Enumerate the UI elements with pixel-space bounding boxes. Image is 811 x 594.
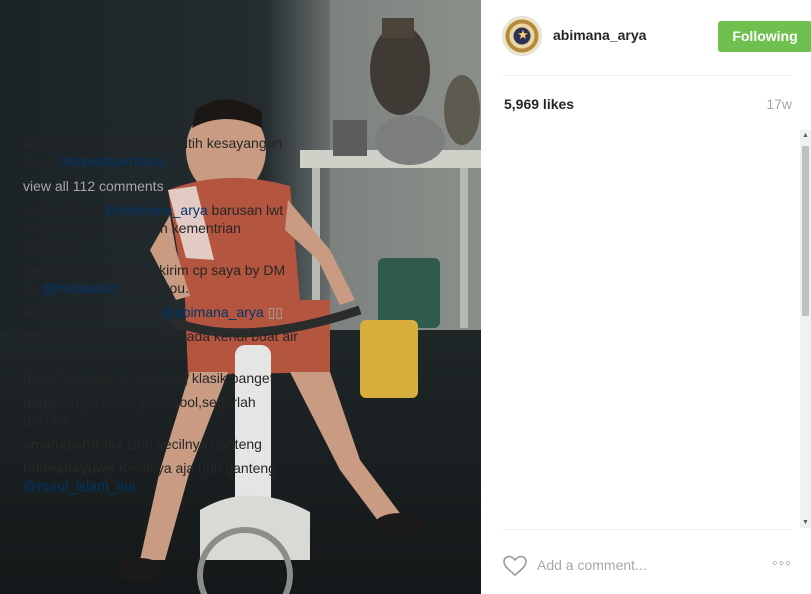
comment-username[interactable]: bayubalerina — [23, 328, 109, 344]
comment-text: Gagah — [114, 304, 157, 320]
following-button[interactable]: Following — [718, 21, 811, 52]
post-stats: 5,969 likes 17w — [504, 96, 792, 114]
scroll-thumb[interactable] — [802, 146, 809, 316]
add-comment-input[interactable] — [537, 554, 737, 576]
avatar[interactable]: ★ — [502, 16, 542, 56]
comment-item: sahieel Mas @abimana_arya barusan lwt da… — [23, 201, 300, 255]
comment-text: Mas teko d belakang klasik banget... — [58, 370, 286, 386]
comment-username[interactable]: hikmahayuws — [23, 460, 115, 476]
comment-text: Kecilnya aja udh ganteng — [118, 460, 276, 476]
comment-item: itiaja Airnya adem pooooool,segerlah pok… — [23, 393, 300, 429]
scroll-down-arrow-icon[interactable]: ▼ — [800, 517, 811, 528]
comment-item: itiaja Mas teko d belakang klasik banget… — [23, 369, 300, 387]
comment-item: inong_ayu Saya sdh kirim cp saya by DM y… — [23, 261, 300, 297]
comment-item: isnaamaliads Gagah @abimana_arya ▯▯ — [23, 303, 300, 321]
comment-text: Airnya adem pooooool,segerlah pokoke — [23, 394, 256, 428]
comment-mention[interactable]: @abimana_arya — [161, 304, 264, 320]
comment-text: ,thank you. — [120, 280, 189, 296]
comment-mention[interactable]: @mirasahid — [42, 280, 117, 296]
post-age[interactable]: 17w — [766, 96, 792, 112]
comment-username[interactable]: itiaja — [23, 394, 55, 410]
view-all-comments-link[interactable]: view all 112 comments — [23, 177, 300, 195]
comment-text: Mas — [74, 202, 101, 218]
comments-list[interactable]: abimana_arya Sepeda putih kesayangan ku … — [23, 130, 300, 528]
comment-item: bayubalerina Wah masih ada kendi buat ai… — [23, 327, 300, 363]
post-sidebar: ★ abimana_arya Following 5,969 likes 17w — [481, 0, 811, 594]
scroll-up-arrow-icon[interactable]: ▲ — [800, 130, 811, 141]
post-footer: ◦◦◦ — [502, 529, 792, 594]
comment-item: amaliasanthika Duh kecilnya ganteng — [23, 435, 300, 453]
comment-username[interactable]: isnaamaliads — [23, 304, 111, 320]
comment-username[interactable]: inong_ayu — [23, 262, 93, 278]
comment-username[interactable]: sahieel — [23, 202, 70, 218]
comment-username[interactable]: amaliasanthika — [23, 436, 123, 452]
comment-mention[interactable]: @nurul_islam_nui — [23, 478, 135, 494]
comments-scrollbar[interactable]: ▲ ▼ — [800, 130, 811, 528]
comment-username[interactable]: itiaja — [23, 370, 55, 386]
caption-hashtag[interactable]: #sepedapertama — [60, 153, 165, 169]
comment-text: ▯▯ — [267, 304, 284, 320]
post-author-username[interactable]: abimana_arya — [553, 27, 646, 43]
emblem-icon: ★ — [517, 27, 529, 42]
caption-username[interactable]: abimana_arya — [23, 135, 116, 151]
post-header: ★ abimana_arya Following — [502, 0, 811, 76]
post-caption: abimana_arya Sepeda putih kesayangan ku … — [23, 134, 300, 170]
comment-mention[interactable]: @abimana_arya — [105, 202, 208, 218]
comment-item: hikmahayuws Kecilnya aja udh ganteng @nu… — [23, 459, 300, 495]
likes-count[interactable]: 5,969 likes — [504, 96, 574, 112]
comment-text: Duh kecilnya ganteng — [127, 436, 262, 452]
heart-icon[interactable] — [502, 554, 528, 578]
more-options-icon[interactable]: ◦◦◦ — [766, 556, 792, 572]
